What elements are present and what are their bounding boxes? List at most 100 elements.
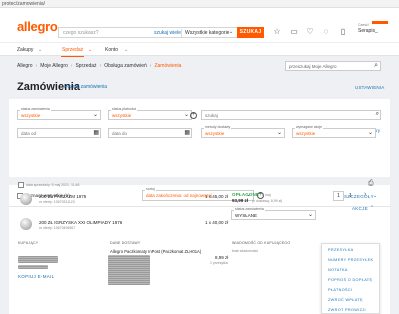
- page-input[interactable]: 1: [333, 191, 344, 201]
- bell-icon[interactable]: ◌: [321, 27, 331, 37]
- breadcrumb-obsluga[interactable]: Obsługa zamówień: [104, 63, 147, 69]
- chevron-up-icon: ⌃: [370, 205, 375, 211]
- date-to-field[interactable]: data do ▦: [108, 128, 192, 138]
- date-from-input[interactable]: data od: [21, 131, 36, 136]
- filter-search-input[interactable]: szukaj: [205, 113, 218, 118]
- menu-item-zwroc-wplate[interactable]: ZWROĆ WPŁATĘ: [328, 298, 363, 302]
- order-status-value: WYSŁANE: [235, 213, 258, 218]
- menu-item-notatka[interactable]: NOTATKA: [328, 268, 348, 272]
- message-label: WIADOMOŚĆ OD KUPUJĄCEGO: [232, 241, 291, 245]
- delivery-select[interactable]: metody dostawy wszystkie ⌄: [201, 125, 285, 138]
- chat-icon[interactable]: ▭: [289, 27, 299, 37]
- user-badge: [372, 21, 388, 24]
- paid-note: (z dostawą: 8,99 zł): [252, 199, 283, 203]
- category-select[interactable]: Wszystkie kategorie: [185, 30, 229, 36]
- payment-date: 5 maj: [262, 193, 271, 197]
- star-icon[interactable]: ☆: [272, 27, 282, 37]
- payment-status: OPŁACONE: [232, 192, 260, 197]
- status-select[interactable]: status zamówienia wszystkie ⌄: [17, 107, 101, 120]
- nav-konto[interactable]: Konto: [105, 47, 118, 53]
- sort-select-value: data zakończenia: od najnowszej: [146, 193, 213, 198]
- payment-select[interactable]: status płatności wszystkie ⌄: [108, 107, 192, 120]
- search-divider: [181, 29, 182, 37]
- learn-orders-link[interactable]: Poznaj zamówienia: [64, 84, 107, 90]
- actions-button[interactable]: AKCJE: [352, 206, 368, 211]
- address-bar[interactable]: protec/zamowienia/: [0, 0, 399, 8]
- chevron-down-icon: ⌄: [307, 212, 313, 218]
- actions-menu: PRZESYŁKA NUMERY PRZESYŁEK NOTATKA POPRO…: [321, 243, 380, 314]
- delivery-address-redacted: [108, 255, 150, 285]
- calendar-icon[interactable]: ▦: [93, 129, 99, 136]
- nav-konto-chevron-icon: ⌄: [124, 47, 129, 53]
- search-box[interactable]: czego szukasz? szukaj wiele Wszystkie ka…: [58, 27, 263, 38]
- details-button[interactable]: SZCZEGÓŁY: [344, 194, 374, 199]
- menu-item-platnosci[interactable]: PŁATNOŚCI: [328, 288, 352, 292]
- search-input[interactable]: czego szukasz?: [63, 30, 99, 36]
- buyer-redacted: [18, 265, 48, 269]
- message-value: brak wiadomości: [232, 249, 259, 253]
- product-offer-number: nr oferty: 10670311123: [39, 200, 75, 204]
- status-select-label: status zamówienia: [20, 107, 51, 111]
- search-icon[interactable]: ⌕: [376, 111, 379, 118]
- nav-sprzedaz[interactable]: Sprzedaż: [60, 47, 85, 57]
- buyer-label: KUPUJĄCY: [18, 241, 39, 245]
- payment-select-value: wszystkie: [112, 113, 132, 118]
- print-icon[interactable]: ⎙: [368, 180, 374, 188]
- search-button[interactable]: SZUKAJ: [237, 27, 264, 38]
- search-icon[interactable]: ⌕: [374, 62, 378, 70]
- product-image[interactable]: [20, 193, 32, 205]
- copy-email-link[interactable]: KOPIUJ E-MAIL: [18, 274, 54, 279]
- chevron-down-icon: ⌄: [229, 29, 234, 35]
- order-search-input[interactable]: przeszukaj Moje Allegro: [289, 64, 337, 69]
- filters-panel: wyczyść filtry status zamówienia wszystk…: [9, 99, 390, 177]
- delivery-label: DANE DOSTAWY: [110, 241, 141, 245]
- delivery-select-label: metody dostawy: [204, 125, 232, 129]
- filter-search-field[interactable]: szukaj ⌕: [201, 110, 381, 120]
- main-nav: Zakupy ⌄ Sprzedaż ⌄ Konto ⌄: [0, 42, 399, 57]
- user-menu[interactable]: Cześć! Serapis_: [358, 21, 388, 34]
- product-price: 1 x 45,00 zł: [205, 194, 229, 199]
- menu-item-przesylka[interactable]: PRZESYŁKA: [328, 248, 354, 252]
- product-image[interactable]: [20, 218, 32, 230]
- delivery-method: Allegro Paczkomaty InPost (Paczkomat ZLH…: [110, 249, 202, 254]
- cart-icon[interactable]: ▯: [338, 27, 348, 37]
- allegro-logo[interactable]: allegro: [17, 19, 58, 34]
- address-bar-url: protec/zamowienia/: [2, 1, 46, 7]
- product-title[interactable]: 200 ZŁ FASZYZM 1975: [39, 194, 86, 199]
- sort-select-label: sortuj: [145, 187, 156, 191]
- order-status-select[interactable]: status zamówienia WYSŁANE ⌄: [231, 207, 316, 220]
- product-offer-number: nr oferty: 10670494567: [39, 226, 76, 230]
- menu-item-popros-o-doplate[interactable]: POPROŚ O DOPŁATĘ: [328, 278, 372, 282]
- breadcrumb-sprzedaz[interactable]: Sprzedaż: [75, 63, 96, 69]
- calendar-icon[interactable]: ▦: [184, 129, 190, 136]
- order-checkbox[interactable]: [18, 182, 24, 188]
- add-filter-icon[interactable]: +: [190, 112, 197, 119]
- delivery-count: 1 przesyłka: [210, 261, 228, 265]
- heart-icon[interactable]: ♡: [305, 27, 315, 37]
- payment-select-label: status płatności: [111, 107, 138, 111]
- delivery-select-value: wszystkie: [205, 131, 225, 136]
- order-search-box[interactable]: przeszukaj Moje Allegro ⌕: [285, 61, 381, 71]
- chevron-down-icon: ⌄: [367, 130, 373, 136]
- nav-zakupy[interactable]: Zakupy: [17, 47, 33, 53]
- status-select-value: wszystkie: [21, 113, 41, 118]
- action-select-label: wymagane akcje: [295, 125, 324, 129]
- action-select[interactable]: wymagane akcje wszystkie ⌄: [292, 125, 376, 138]
- menu-item-zwrot-prowizji[interactable]: ZWROT PROWIZJI: [328, 308, 366, 312]
- buyer-redacted: [18, 256, 58, 263]
- date-to-input[interactable]: data do: [112, 131, 127, 136]
- product-title[interactable]: 200 ZŁ IGRZYSKA XXI OLIMPIADY 1976: [39, 220, 122, 225]
- delivery-price: 8,99 zł: [215, 255, 229, 260]
- breadcrumb-moje-allegro[interactable]: Moje Allegro: [40, 63, 68, 69]
- nav-zakupy-chevron-icon: ⌄: [38, 47, 43, 53]
- breadcrumb: Allegro › Moje Allegro › Sprzedaż › Obsługa za…: [17, 63, 182, 69]
- action-select-value: wszystkie: [296, 131, 316, 136]
- chevron-down-icon: ⌄: [183, 112, 189, 118]
- paid-amount: 93,99 zł: [232, 198, 249, 203]
- menu-item-numery-przesylek[interactable]: NUMERY PRZESYŁEK: [328, 258, 373, 262]
- breadcrumb-allegro[interactable]: Allegro: [17, 63, 33, 69]
- date-from-field[interactable]: data od ▦: [17, 128, 101, 138]
- search-inside-link[interactable]: szukaj wiele: [154, 30, 181, 36]
- settings-link[interactable]: USTAWIENIA: [355, 85, 385, 90]
- breadcrumb-current: Zamówienia: [154, 63, 182, 69]
